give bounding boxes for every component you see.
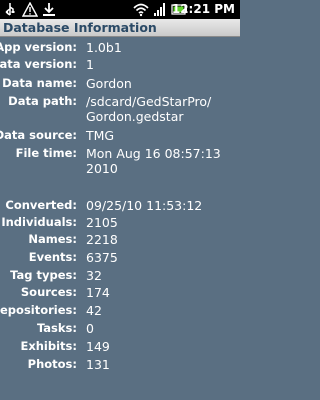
info-value-line: 09/25/10 11:53:12 [86,198,203,213]
info-value: 0 [86,321,236,336]
title-bar: Database Information [0,19,240,37]
info-value-line: Gordon.gedstar [86,109,184,124]
info-label: Sources: [20,285,77,299]
info-value: 131 [86,357,236,372]
info-value-line: 2105 [86,215,118,230]
info-value-line: 174 [86,285,110,300]
info-label: Converted: [5,198,77,212]
info-label: Events: [28,250,77,264]
info-value-line: 32 [86,268,102,283]
wifi-icon [133,3,149,17]
info-label: Data path: [8,94,77,108]
info-value: 149 [86,339,236,354]
info-label: Tag types: [10,268,77,282]
info-label: App version: [0,40,77,54]
info-label: Data version: [0,57,77,71]
info-value-line: /sdcard/GedStarPro/ [86,94,212,109]
info-label: Data source: [0,128,77,142]
info-value: /sdcard/GedStarPro/Gordon.gedstar [86,94,236,124]
clock-time: 12:21 [171,2,211,16]
info-value: 42 [86,303,236,318]
info-value: 174 [86,285,236,300]
info-value: 6375 [86,250,236,265]
info-value-line: 0 [86,321,94,336]
info-value: 2218 [86,232,236,247]
info-label: Exhibits: [20,339,77,353]
info-label: Data name: [2,76,77,90]
info-value-line: 1.0b1 [86,40,122,55]
info-value-line: TMG [86,128,115,143]
info-label: File time: [15,146,77,160]
status-bar: 12:21 PM [0,0,240,19]
info-value-line: 131 [86,357,110,372]
info-value-line: 2010 [86,161,118,176]
info-value-line: Mon Aug 16 08:57:13 [86,146,221,161]
info-value: 09/25/10 11:53:12 [86,198,236,213]
info-value: 2105 [86,215,236,230]
info-value-line: 1 [86,57,94,72]
info-value-line: 6375 [86,250,118,265]
info-value-line: 42 [86,303,102,318]
status-clock: 12:21 PM [172,1,235,18]
usb-icon [5,3,15,16]
info-value-line: 2218 [86,232,118,247]
info-value-line: Gordon [86,76,132,91]
info-value: 1.0b1 [86,40,236,55]
info-value: TMG [86,128,236,143]
info-label: Tasks: [36,321,77,335]
page-title: Database Information [3,20,157,35]
info-value: 1 [86,57,236,72]
info-value-line: 149 [86,339,110,354]
info-label: Names: [28,232,77,246]
info-value: 32 [86,268,236,283]
warning-icon [22,2,38,17]
info-label: Repositories: [0,303,77,317]
clock-ampm: PM [214,2,235,16]
info-label: Photos: [27,357,77,371]
download-icon [43,3,55,16]
signal-icon [154,3,165,16]
info-value: Gordon [86,76,236,91]
info-value: Mon Aug 16 08:57:13 2010 [86,146,236,176]
info-label: Individuals: [1,215,77,229]
